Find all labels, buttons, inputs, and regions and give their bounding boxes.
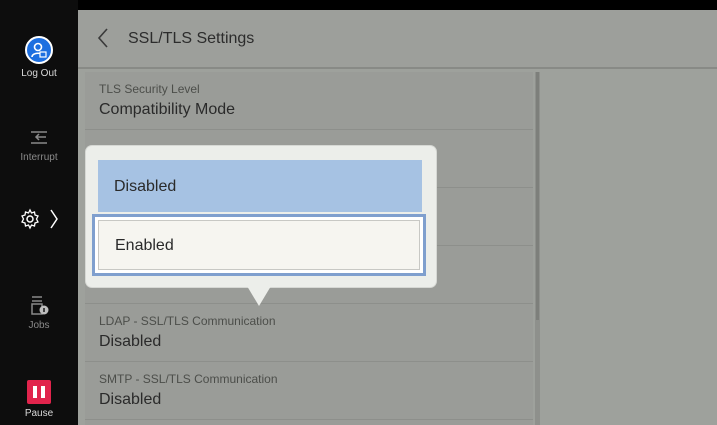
setting-label: LDAP - SSL/TLS Communication bbox=[99, 314, 276, 328]
setting-row-tls-security-level[interactable]: TLS Security Level Compatibility Mode bbox=[85, 72, 533, 130]
popup-pointer bbox=[247, 286, 271, 306]
header-bar: SSL/TLS Settings bbox=[78, 10, 717, 69]
log-out-icon bbox=[25, 36, 53, 64]
page-title: SSL/TLS Settings bbox=[128, 30, 255, 47]
option-enabled[interactable]: Enabled bbox=[92, 214, 426, 276]
pause-icon bbox=[27, 380, 51, 404]
option-enabled-highlight: Enabled bbox=[98, 220, 420, 270]
log-out-button[interactable]: Log Out bbox=[0, 36, 78, 79]
setting-row-ldap-ssl-tls[interactable]: LDAP - SSL/TLS Communication Disabled bbox=[85, 304, 533, 362]
interrupt-label: Interrupt bbox=[20, 152, 58, 163]
option-label: Enabled bbox=[115, 237, 174, 254]
interrupt-button[interactable]: Interrupt bbox=[0, 126, 78, 163]
pause-label: Pause bbox=[24, 408, 54, 419]
setting-value: Disabled bbox=[99, 333, 162, 350]
jobs-label: Jobs bbox=[28, 320, 50, 331]
back-chevron-icon[interactable] bbox=[96, 27, 110, 49]
option-label: Disabled bbox=[114, 178, 177, 195]
jobs-button[interactable]: Jobs bbox=[0, 294, 78, 331]
scrollbar-thumb[interactable] bbox=[536, 72, 539, 320]
setting-label: SMTP - SSL/TLS Communication bbox=[99, 372, 278, 386]
log-out-label: Log Out bbox=[21, 68, 57, 79]
setting-value: Disabled bbox=[99, 391, 162, 408]
setting-label: TLS Security Level bbox=[99, 82, 200, 96]
pause-button[interactable]: Pause bbox=[0, 380, 78, 419]
side-rail: Log Out Interrupt Jobs Pause bbox=[0, 0, 78, 425]
jobs-icon bbox=[31, 296, 49, 315]
chevron-right-icon bbox=[50, 209, 59, 229]
gear-icon bbox=[20, 208, 39, 230]
option-disabled[interactable]: Disabled bbox=[98, 160, 422, 212]
setting-value: Compatibility Mode bbox=[99, 101, 236, 118]
settings-button[interactable] bbox=[0, 208, 78, 230]
setting-row-smtp-ssl-tls[interactable]: SMTP - SSL/TLS Communication Disabled bbox=[85, 362, 533, 420]
interrupt-icon bbox=[31, 131, 47, 144]
